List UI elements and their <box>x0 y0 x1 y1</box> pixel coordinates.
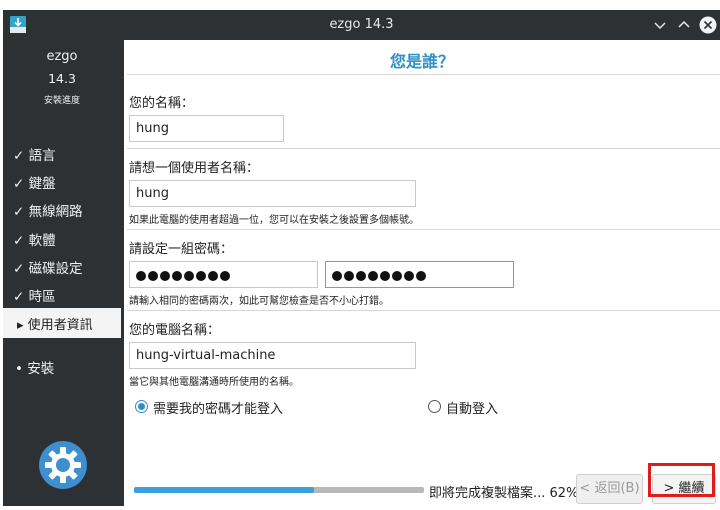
sidebar-item-software: ✓ 軟體 <box>13 233 56 249</box>
username-hint: 如果此電腦的使用者超過一位，您可以在安裝之後設置多個帳號。 <box>129 215 419 226</box>
username-label: 請想一個使用者名稱： <box>129 161 260 176</box>
divider <box>127 229 720 230</box>
install-status: 即將完成複製檔案... 62% <box>429 486 579 501</box>
name-field[interactable]: hung <box>129 115 284 142</box>
sidebar-subtitle: 安裝進度 <box>43 96 80 106</box>
password-hint: 請輸入相同的密碼兩次，如此可幫您檢查是否不小心打錯。 <box>129 296 389 307</box>
password-label: 請設定一組密碼： <box>129 242 234 257</box>
sidebar-item-install: • 安裝 <box>15 361 55 377</box>
require-password-label: 需要我的密碼才能登入 <box>153 402 284 417</box>
computer-name-label: 您的電腦名稱： <box>129 323 221 338</box>
auto-login-label: 自動登入 <box>446 402 499 417</box>
install-progress-bar <box>134 487 424 493</box>
ezgo-gear-logo <box>39 441 87 489</box>
radio-auto-login[interactable] <box>428 400 441 413</box>
install-progress-fill <box>134 487 314 493</box>
close-icon[interactable] <box>699 16 717 34</box>
password-mask <box>136 270 232 285</box>
sidebar-item-keyboard: ✓ 鍵盤 <box>13 176 56 192</box>
password-confirm-field[interactable] <box>325 261 514 288</box>
name-label: 您的名稱： <box>129 96 195 111</box>
sidebar-item-timezone: ✓ 時區 <box>13 289 56 305</box>
sidebar-current-step: ▸ 使用者資訊 <box>3 308 121 338</box>
password-field[interactable] <box>129 261 318 288</box>
back-button[interactable]: < 返回(B) <box>576 474 643 504</box>
window-title: ezgo 14.3 <box>329 17 394 32</box>
divider <box>127 310 720 311</box>
divider <box>127 74 720 75</box>
sidebar-item-disk: ✓ 磁碟設定 <box>13 261 83 277</box>
progress-sidebar: ezgo 14.3 安裝進度 ✓ 語言 ✓ 鍵盤 ✓ 無線網路 ✓ 軟體 ✓ 磁… <box>3 40 121 506</box>
chevron-down-icon[interactable] <box>651 16 669 34</box>
user-info-page: 您是誰？ 您的名稱： hung 請想一個使用者名稱： hung 如果此電腦的使用… <box>124 40 720 506</box>
page-title: 您是誰？ <box>389 52 454 71</box>
username-field[interactable]: hung <box>129 180 416 207</box>
divider <box>127 148 720 149</box>
sidebar-app-name: ezgo <box>46 49 78 64</box>
sidebar-item-user-info: ▸ 使用者資訊 <box>17 318 93 333</box>
chevron-up-icon[interactable] <box>675 16 693 34</box>
sidebar-item-language: ✓ 語言 <box>13 148 56 164</box>
computer-name-field[interactable]: hung-virtual-machine <box>129 342 416 369</box>
continue-highlight-box <box>648 463 715 497</box>
sidebar-version: 14.3 <box>48 71 76 86</box>
radio-require-password[interactable] <box>135 400 148 413</box>
password-confirm-mask <box>332 270 428 285</box>
computer-name-hint: 當它與其他電腦溝通時所使用的名稱。 <box>129 377 299 388</box>
installer-window: ezgo 14.3 ezgo 14.3 安裝進度 ✓ 語言 ✓ 鍵盤 ✓ 無線網… <box>3 10 720 506</box>
sidebar-item-wireless: ✓ 無線網路 <box>13 204 83 220</box>
title-bar[interactable]: ezgo 14.3 <box>3 10 720 40</box>
